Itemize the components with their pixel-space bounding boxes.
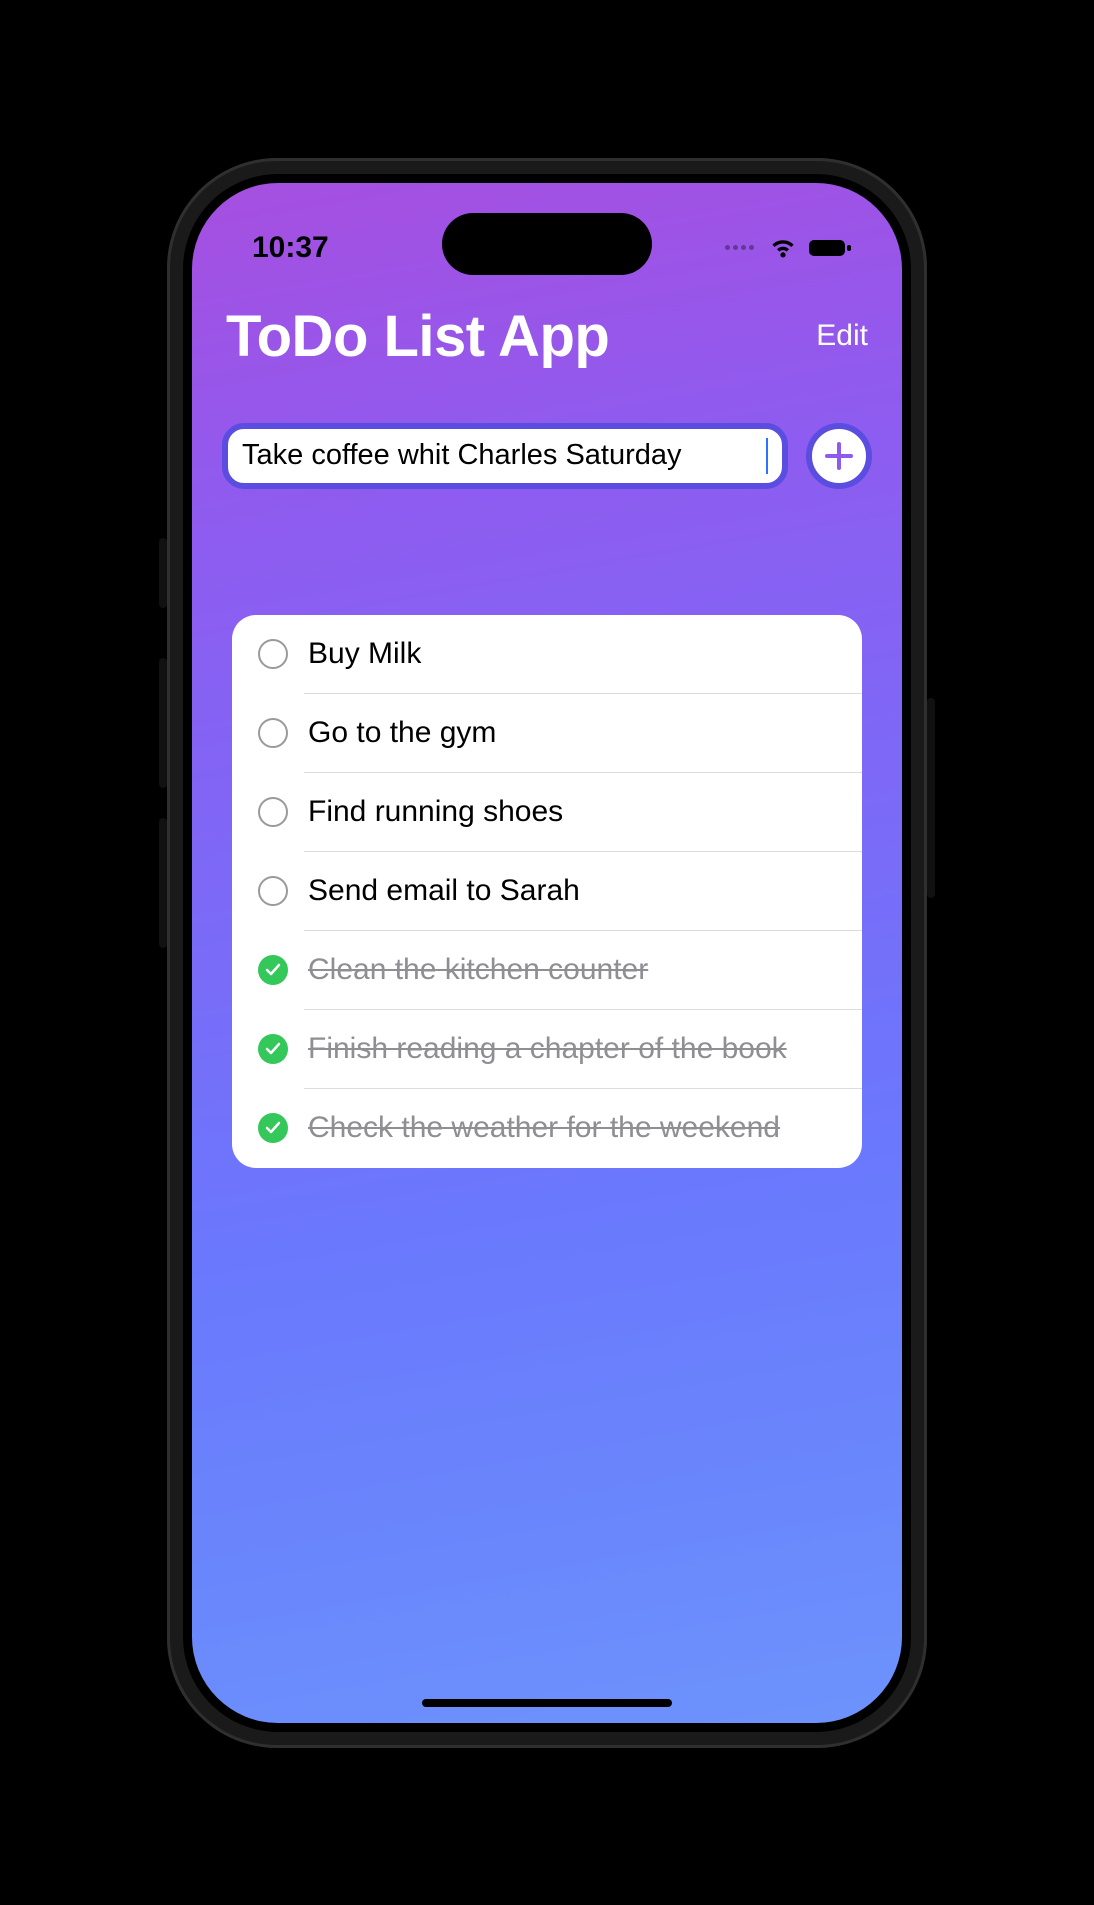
todo-text: Go to the gym	[308, 716, 496, 750]
status-cell-dots-icon	[725, 245, 754, 250]
unchecked-circle-icon[interactable]	[258, 718, 288, 748]
todo-text: Find running shoes	[308, 795, 563, 829]
status-icons	[725, 237, 852, 259]
todo-text: Send email to Sarah	[308, 874, 580, 908]
new-todo-field-wrap[interactable]	[222, 423, 788, 489]
volume-down-button	[159, 818, 167, 948]
text-caret	[766, 438, 768, 474]
todo-list: Buy Milk Go to the gym Find running shoe…	[232, 615, 862, 1168]
unchecked-circle-icon[interactable]	[258, 876, 288, 906]
plus-icon	[822, 439, 856, 473]
dynamic-island	[442, 213, 652, 275]
input-row	[222, 423, 872, 489]
list-item[interactable]: Go to the gym	[232, 694, 862, 773]
todo-text: Clean the kitchen counter	[308, 953, 648, 987]
volume-up-button	[159, 658, 167, 788]
add-todo-button[interactable]	[806, 423, 872, 489]
status-time: 10:37	[252, 231, 329, 265]
side-switch	[159, 538, 167, 608]
home-indicator[interactable]	[422, 1699, 672, 1707]
list-item[interactable]: Send email to Sarah	[232, 852, 862, 931]
edit-button[interactable]: Edit	[816, 319, 868, 353]
list-item[interactable]: Find running shoes	[232, 773, 862, 852]
unchecked-circle-icon[interactable]	[258, 797, 288, 827]
list-item[interactable]: Clean the kitchen counter	[232, 931, 862, 1010]
todo-text: Buy Milk	[308, 637, 421, 671]
checked-circle-icon[interactable]	[258, 1113, 288, 1143]
todo-text: Check the weather for the weekend	[308, 1111, 780, 1145]
power-button	[927, 698, 935, 898]
list-item[interactable]: Buy Milk	[232, 615, 862, 694]
header: ToDo List App Edit	[192, 303, 902, 370]
battery-icon	[808, 237, 852, 259]
wifi-icon	[768, 237, 798, 259]
todo-text: Finish reading a chapter of the book	[308, 1032, 787, 1066]
phone-bezel: 10:37	[183, 174, 911, 1732]
new-todo-input[interactable]	[242, 439, 766, 472]
phone-frame: 10:37	[167, 158, 927, 1748]
unchecked-circle-icon[interactable]	[258, 639, 288, 669]
checked-circle-icon[interactable]	[258, 1034, 288, 1064]
list-item[interactable]: Check the weather for the weekend	[232, 1089, 862, 1168]
list-item[interactable]: Finish reading a chapter of the book	[232, 1010, 862, 1089]
page-title: ToDo List App	[226, 303, 609, 370]
screen: 10:37	[192, 183, 902, 1723]
checked-circle-icon[interactable]	[258, 955, 288, 985]
